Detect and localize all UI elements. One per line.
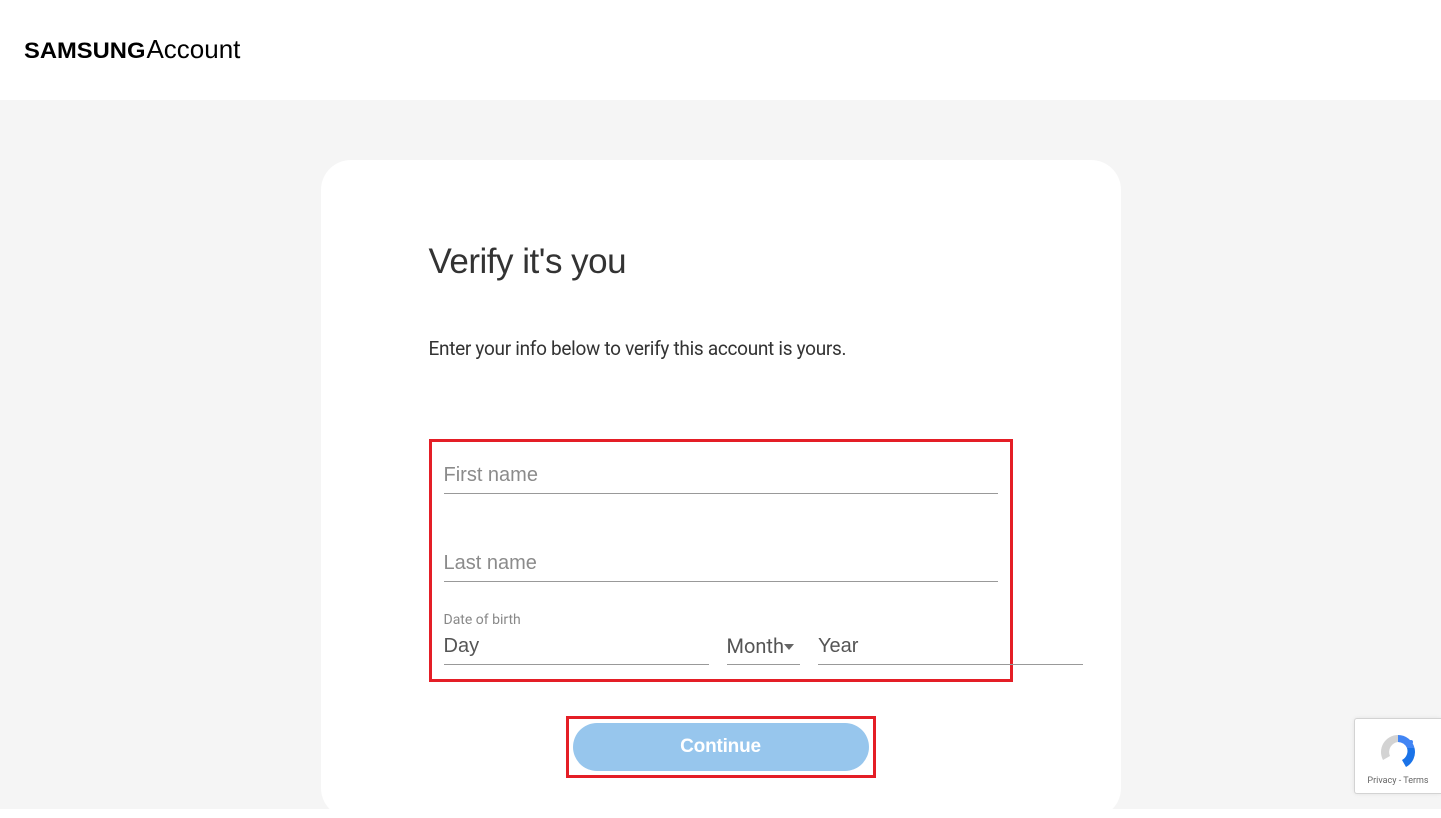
chevron-down-icon — [784, 644, 794, 650]
recaptcha-icon — [1378, 732, 1418, 772]
continue-button[interactable]: Continue — [573, 723, 869, 771]
page-title: Verify it's you — [429, 242, 1013, 282]
last-name-wrap — [444, 544, 998, 582]
verify-card: Verify it's you Enter your info below to… — [321, 160, 1121, 818]
dob-day-field[interactable] — [444, 630, 709, 665]
page-subtitle: Enter your info below to verify this acc… — [429, 337, 1013, 360]
header: SAMSUNG Account — [0, 0, 1441, 100]
dob-label: Date of birth — [444, 612, 998, 628]
continue-wrap: Continue — [429, 716, 1013, 778]
first-name-wrap — [444, 456, 998, 494]
content-area: Verify it's you Enter your info below to… — [0, 100, 1441, 809]
recaptcha-privacy-link[interactable]: Privacy — [1367, 776, 1396, 786]
dob-month-select[interactable]: Month — [727, 630, 800, 665]
first-name-field[interactable] — [444, 456, 998, 494]
recaptcha-badge[interactable]: Privacy - Terms — [1354, 718, 1441, 794]
recaptcha-terms-link[interactable]: Terms — [1403, 776, 1428, 786]
dob-month-text: Month — [727, 630, 784, 664]
last-name-field[interactable] — [444, 544, 998, 582]
recaptcha-links: Privacy - Terms — [1367, 776, 1428, 786]
form-highlight-box: Date of birth Month — [429, 439, 1013, 682]
continue-highlight-box: Continue — [566, 716, 876, 778]
dob-row: Month — [444, 630, 998, 665]
dob-year-field[interactable] — [818, 630, 1083, 665]
product-text: Account — [146, 34, 240, 65]
logo: SAMSUNG Account — [24, 34, 1417, 65]
brand-text: SAMSUNG — [24, 38, 145, 64]
